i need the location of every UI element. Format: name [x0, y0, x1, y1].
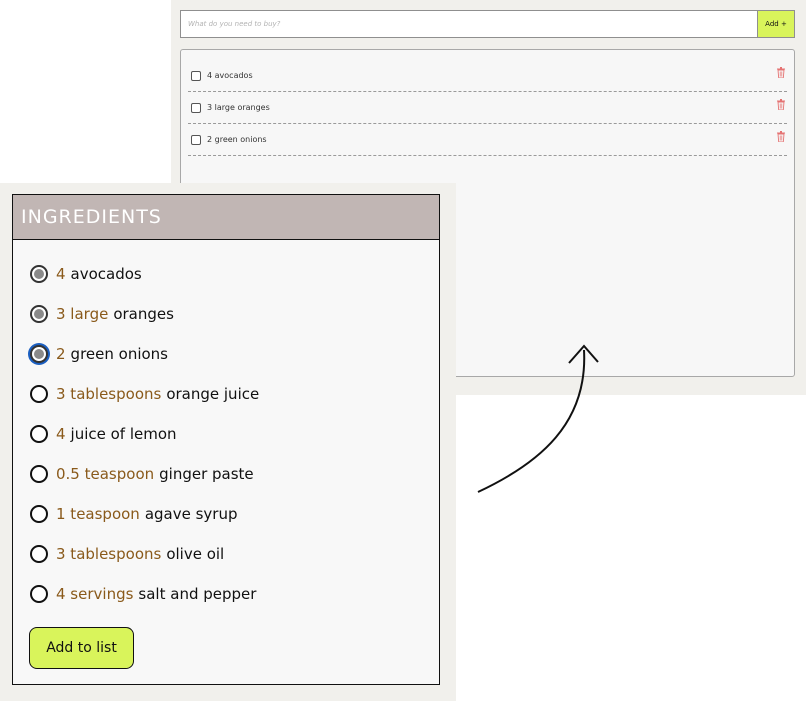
ingredient-item[interactable]: 2 green onions: [30, 334, 430, 374]
ingredient-radio[interactable]: [30, 385, 48, 403]
ingredient-quantity: 1 teaspoon: [56, 505, 140, 523]
item-checkbox[interactable]: [191, 70, 201, 81]
item-text: 2 green onions: [207, 135, 267, 144]
add-item-button[interactable]: Add +: [757, 10, 795, 38]
ingredients-list: 4 avocados 3 large oranges 2 green onion…: [30, 254, 430, 614]
ingredients-panel: INGREDIENTS 4 avocados 3 large oranges 2…: [0, 183, 456, 701]
shopping-item-input[interactable]: [180, 10, 758, 38]
item-checkbox[interactable]: [191, 134, 201, 145]
ingredient-item[interactable]: 0.5 teaspoon ginger paste: [30, 454, 430, 494]
ingredient-item[interactable]: 4 juice of lemon: [30, 414, 430, 454]
item-text: 3 large oranges: [207, 103, 270, 112]
ingredient-name: olive oil: [166, 545, 225, 563]
ingredient-item[interactable]: 3 large oranges: [30, 294, 430, 334]
curved-arrow-icon: [477, 344, 599, 493]
ingredients-title: INGREDIENTS: [21, 206, 162, 228]
ingredient-item[interactable]: 3 tablespoons orange juice: [30, 374, 430, 414]
shopping-list-item: 3 large oranges: [188, 92, 787, 124]
ingredient-quantity: 3 large: [56, 305, 109, 323]
ingredient-name: ginger paste: [159, 465, 254, 483]
ingredient-item[interactable]: 4 servings salt and pepper: [30, 574, 430, 614]
ingredient-radio[interactable]: [30, 425, 48, 443]
item-checkbox[interactable]: [191, 102, 201, 113]
shopping-items: 4 avocados 3 large oranges 2 green onion…: [188, 60, 787, 156]
ingredient-name: agave syrup: [144, 505, 238, 523]
ingredient-name: avocados: [70, 265, 142, 283]
ingredient-name: oranges: [113, 305, 174, 323]
trash-icon[interactable]: [777, 131, 785, 142]
ingredient-name: orange juice: [166, 385, 260, 403]
ingredient-radio[interactable]: [30, 545, 48, 563]
ingredient-name: salt and pepper: [138, 585, 257, 603]
ingredient-quantity: 4 servings: [56, 585, 134, 603]
ingredient-radio[interactable]: [30, 585, 48, 603]
shopping-list-item: 4 avocados: [188, 60, 787, 92]
ingredient-quantity: 3 tablespoons: [56, 545, 162, 563]
ingredient-radio[interactable]: [30, 505, 48, 523]
trash-icon[interactable]: [777, 67, 785, 78]
ingredient-item[interactable]: 3 tablespoons olive oil: [30, 534, 430, 574]
trash-icon[interactable]: [777, 99, 785, 110]
ingredient-name: green onions: [70, 345, 168, 363]
ingredient-name: juice of lemon: [70, 425, 177, 443]
ingredient-radio[interactable]: [30, 345, 48, 363]
ingredient-item[interactable]: 1 teaspoon agave syrup: [30, 494, 430, 534]
ingredients-header: INGREDIENTS: [13, 195, 439, 240]
ingredient-quantity: 0.5 teaspoon: [56, 465, 155, 483]
stage: Add + 4 avocados 3 large orange: [0, 0, 806, 701]
shopping-list-item: 2 green onions: [188, 124, 787, 156]
ingredient-quantity: 4: [56, 425, 66, 443]
ingredient-quantity: 4: [56, 265, 66, 283]
ingredient-radio[interactable]: [30, 465, 48, 483]
ingredients-card: INGREDIENTS 4 avocados 3 large oranges 2…: [12, 194, 440, 685]
add-to-list-button[interactable]: Add to list: [29, 627, 134, 669]
item-text: 4 avocados: [207, 71, 253, 80]
ingredient-quantity: 3 tablespoons: [56, 385, 162, 403]
ingredient-item[interactable]: 4 avocados: [30, 254, 430, 294]
ingredient-quantity: 2: [56, 345, 66, 363]
ingredient-radio[interactable]: [30, 305, 48, 323]
ingredient-radio[interactable]: [30, 265, 48, 283]
